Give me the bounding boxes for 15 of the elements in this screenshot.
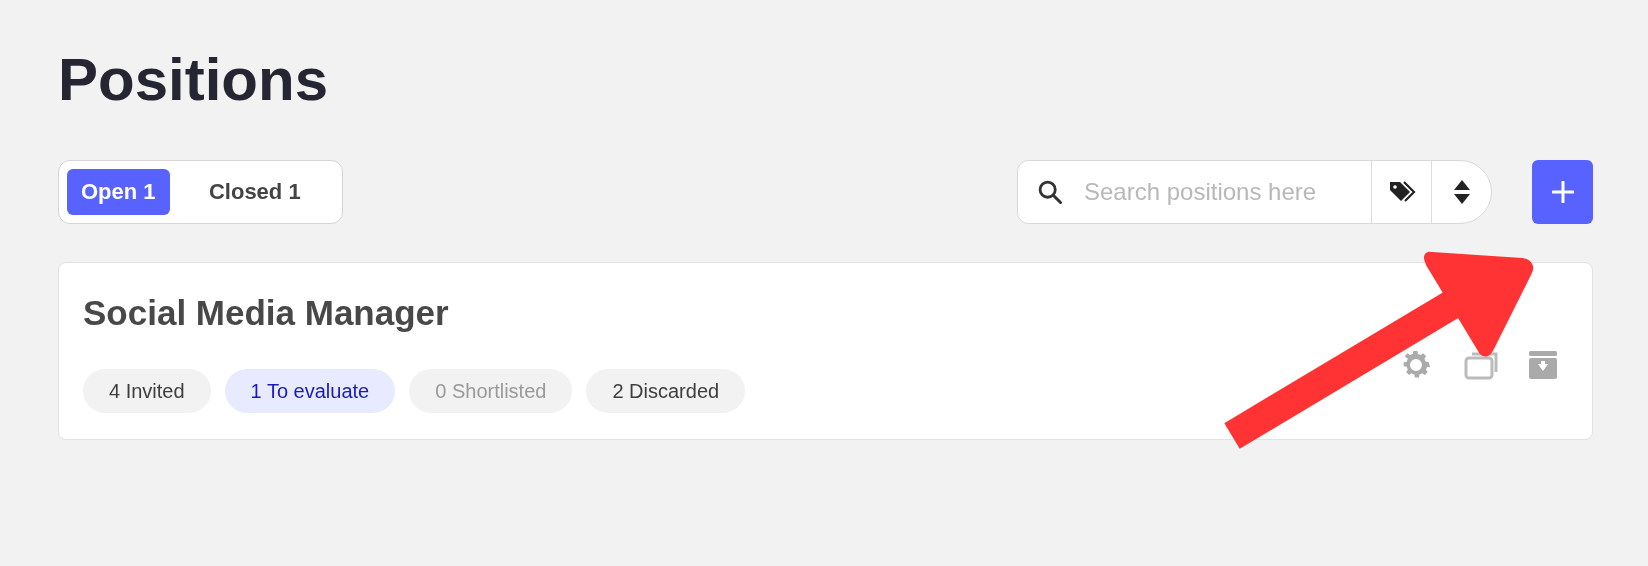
position-title: Social Media Manager [83, 293, 450, 333]
status-tab[interactable]: Closed 1 [175, 169, 334, 215]
add-button[interactable] [1532, 160, 1593, 224]
plus-icon [1551, 181, 1574, 203]
stage-filter[interactable]: 4 Invited [83, 369, 211, 413]
tags-icon [1387, 180, 1416, 204]
duplicate-icon[interactable] [1464, 350, 1498, 380]
status-tab[interactable]: Open 1 [67, 169, 170, 215]
stage-filter[interactable]: 2 Discarded [586, 369, 746, 413]
search-icon [1036, 178, 1064, 206]
search-input[interactable]: Search positions here [1082, 177, 1371, 207]
search-field[interactable]: Search positions here [1017, 160, 1492, 224]
page-title: Positions [58, 45, 330, 115]
stage-filter[interactable]: 1 To evaluate [224, 369, 396, 413]
sort-icon [1452, 179, 1471, 205]
